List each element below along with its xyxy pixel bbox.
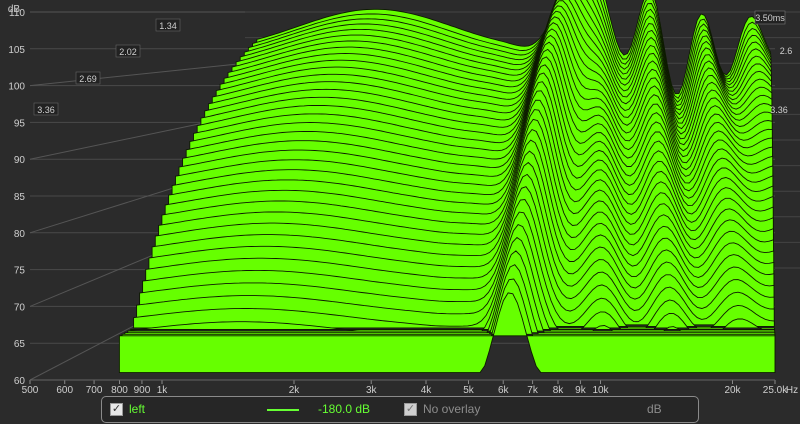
time-tick-label: 2.02: [119, 47, 137, 57]
x-tick-label: 5k: [463, 385, 475, 395]
time-max-label: 3.50ms: [755, 13, 785, 23]
x-tick-label: 4k: [421, 385, 433, 395]
time-tick-label-right: 2.6: [780, 46, 793, 56]
y-tick-label: 100: [8, 82, 25, 93]
time-tick-label: 2.69: [79, 74, 97, 84]
y-tick-label: 105: [8, 45, 25, 56]
time-tick-label: 3.36: [37, 105, 55, 115]
legend-bar: ✓ left -180.0 dB ✓ No overlay dB: [101, 396, 699, 423]
x-tick-label: 8k: [553, 385, 565, 395]
x-tick-label: 25.0k: [763, 385, 788, 395]
y-tick-label: 95: [14, 118, 26, 129]
x-tick-label: 900: [134, 385, 151, 395]
x-tick-label: 9k: [575, 385, 587, 395]
y-tick-label: 85: [14, 192, 26, 203]
time-tick-label: 1.34: [159, 21, 177, 31]
x-tick-label: 3k: [366, 385, 378, 395]
legend-series-toggle[interactable]: ✓ left: [110, 402, 145, 416]
x-axis-unit: Hz: [786, 385, 798, 395]
x-tick-label: 1k: [157, 385, 169, 395]
overlay-checkbox[interactable]: ✓: [404, 402, 417, 416]
x-tick-label: 6k: [498, 385, 510, 395]
x-tick-label: 2k: [289, 385, 301, 395]
y-tick-label: 70: [14, 302, 26, 313]
x-tick-label: 600: [56, 385, 73, 395]
x-tick-label: 10k: [592, 385, 609, 395]
waterfall-slices: [118, 0, 776, 374]
y-tick-label: 80: [14, 229, 26, 240]
legend-unit: dB: [647, 402, 662, 416]
series-checkbox[interactable]: ✓: [110, 402, 123, 416]
y-tick-label: 75: [14, 266, 26, 277]
series-value: -180.0 dB: [318, 402, 371, 416]
x-tick-label: 700: [86, 385, 103, 395]
x-tick-label: 500: [22, 385, 39, 395]
overlay-label: No overlay: [423, 402, 481, 416]
series-color-swatch: [267, 409, 299, 411]
series-label: left: [129, 402, 146, 416]
overlay-toggle[interactable]: ✓ No overlay: [404, 402, 480, 416]
time-tick-label-right: 3.36: [770, 105, 788, 115]
y-axis-label: dB: [8, 4, 21, 15]
x-tick-label: 7k: [527, 385, 539, 395]
y-tick-label: 65: [14, 339, 26, 350]
x-tick-label: 20k: [724, 385, 741, 395]
x-tick-label: 800: [111, 385, 128, 395]
y-tick-label: 90: [14, 155, 26, 166]
gridline-depth: [29, 62, 246, 87]
waterfall-plot[interactable]: 6065707580859095100105110dB1.342.022.693…: [0, 0, 800, 395]
